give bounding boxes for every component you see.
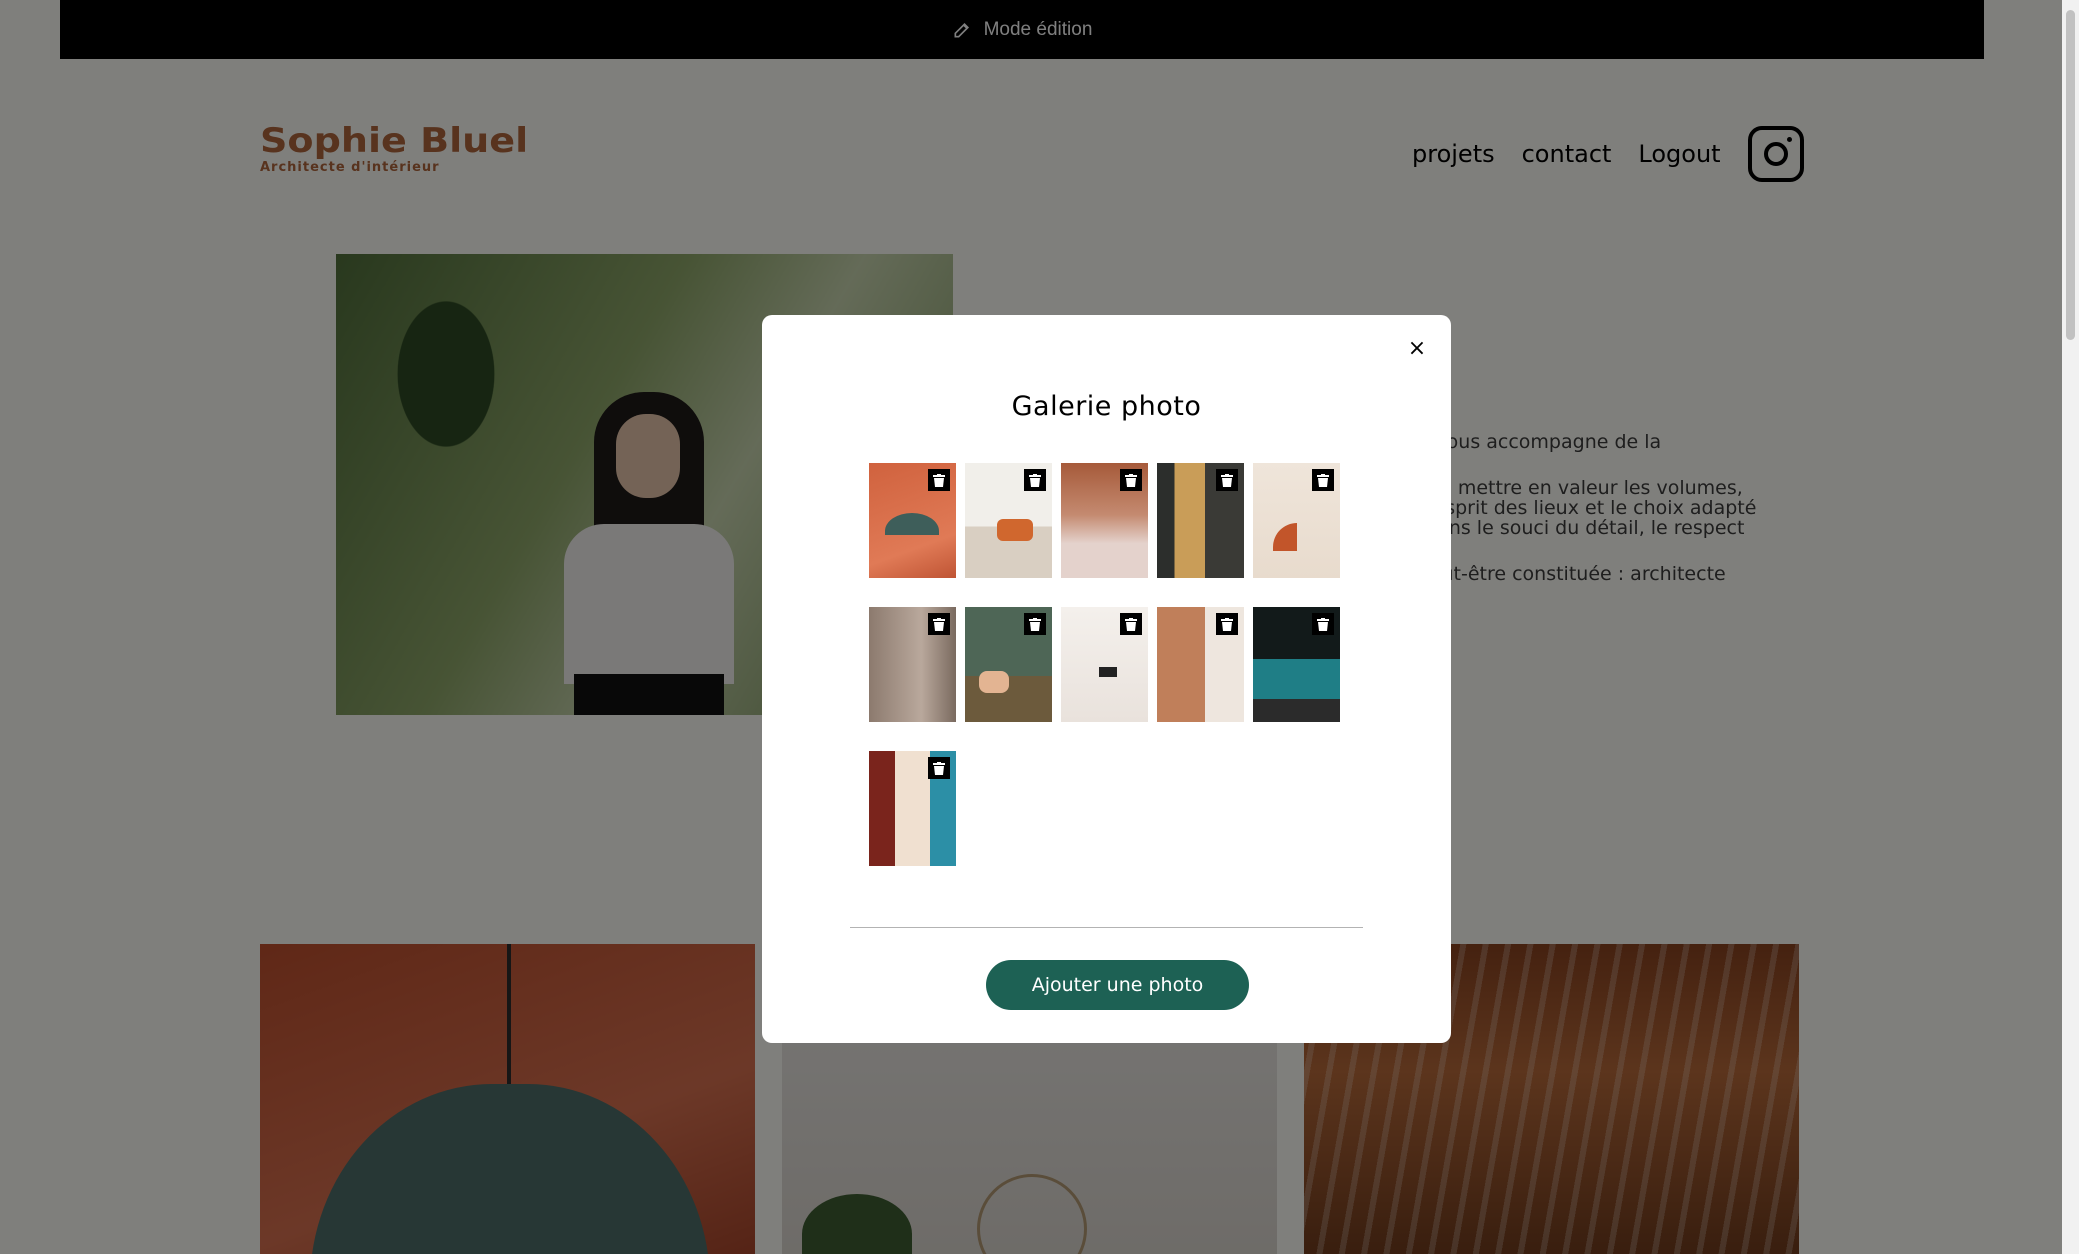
living-room-photo xyxy=(965,463,1052,578)
hallway-photo xyxy=(1157,607,1244,722)
white-room-photo xyxy=(1061,607,1148,722)
photo-grid xyxy=(869,463,1349,866)
scrollbar-thumb[interactable] xyxy=(2066,10,2075,340)
modal-divider xyxy=(850,927,1363,928)
restaurant-photo xyxy=(1061,463,1148,578)
modal-title: Galerie photo xyxy=(1011,391,1202,422)
close-icon[interactable]: × xyxy=(1405,337,1429,361)
hotel-lobby-photo xyxy=(1157,463,1244,578)
trash-icon[interactable] xyxy=(928,757,950,779)
green-lounge-photo xyxy=(965,607,1052,722)
pendant-lamp-photo xyxy=(869,463,956,578)
trash-icon[interactable] xyxy=(1216,613,1238,635)
kitchen-photo xyxy=(869,607,956,722)
scrollbar[interactable] xyxy=(2062,0,2079,1254)
bar-photo xyxy=(1253,607,1340,722)
trash-icon[interactable] xyxy=(1216,469,1238,491)
trash-icon[interactable] xyxy=(1312,469,1334,491)
dining-hall-photo xyxy=(869,751,956,866)
trash-icon[interactable] xyxy=(1312,613,1334,635)
trash-icon[interactable] xyxy=(1120,469,1142,491)
trash-icon[interactable] xyxy=(928,469,950,491)
trash-icon[interactable] xyxy=(1120,613,1142,635)
add-photo-button[interactable]: Ajouter une photo xyxy=(986,960,1249,1010)
trash-icon[interactable] xyxy=(1024,469,1046,491)
trash-icon[interactable] xyxy=(1024,613,1046,635)
gallery-modal: × Galerie photo Ajouter une photo xyxy=(762,315,1451,1043)
arch-decor-photo xyxy=(1253,463,1340,578)
trash-icon[interactable] xyxy=(928,613,950,635)
